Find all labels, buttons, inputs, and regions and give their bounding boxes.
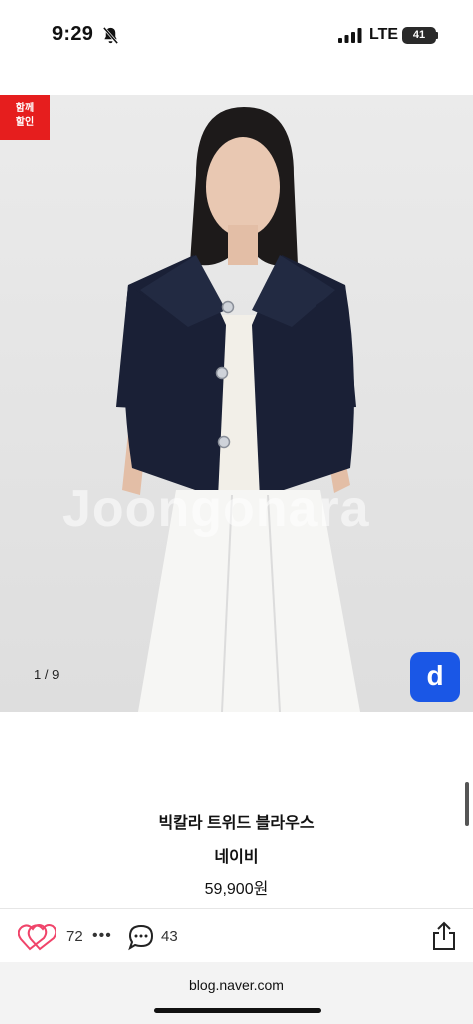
network-label: LTE [369, 26, 399, 43]
status-bar: 9:29 LTE 41 [0, 0, 473, 70]
badge-line2: 할인 [15, 117, 35, 128]
image-counter: 1 / 9 [34, 667, 60, 682]
product-price: 59,900원 [204, 881, 269, 898]
product-image[interactable]: 함께 할인 Joongonara 1 / 9 d [0, 95, 473, 712]
browser-url-bar[interactable]: blog.naver.com [0, 962, 473, 1024]
heart-icon[interactable] [18, 923, 56, 951]
d-app-button[interactable]: d [410, 652, 460, 702]
status-time: 9:29 [52, 23, 94, 45]
model-illustration [116, 107, 360, 712]
bell-muted-icon [102, 26, 119, 45]
comment-count: 43 [161, 928, 178, 945]
battery-icon: 41 [402, 27, 436, 44]
comment-icon[interactable] [127, 923, 155, 951]
share-icon[interactable] [431, 921, 457, 951]
url-text[interactable]: blog.naver.com [0, 977, 473, 993]
action-bar: 72 ••• 43 [0, 908, 473, 963]
battery-cap [436, 32, 438, 39]
signal-icon [338, 28, 362, 43]
discount-badge: 함께 할인 [0, 95, 50, 140]
more-icon[interactable]: ••• [92, 927, 116, 947]
home-indicator[interactable] [154, 1008, 321, 1013]
product-name: 빅칼라 트위드 블라우스 [158, 815, 315, 832]
product-option: 네이비 [214, 849, 259, 866]
like-count: 72 [66, 928, 83, 945]
badge-line1: 함께 [15, 103, 35, 114]
watermark: Joongonara [62, 480, 370, 538]
